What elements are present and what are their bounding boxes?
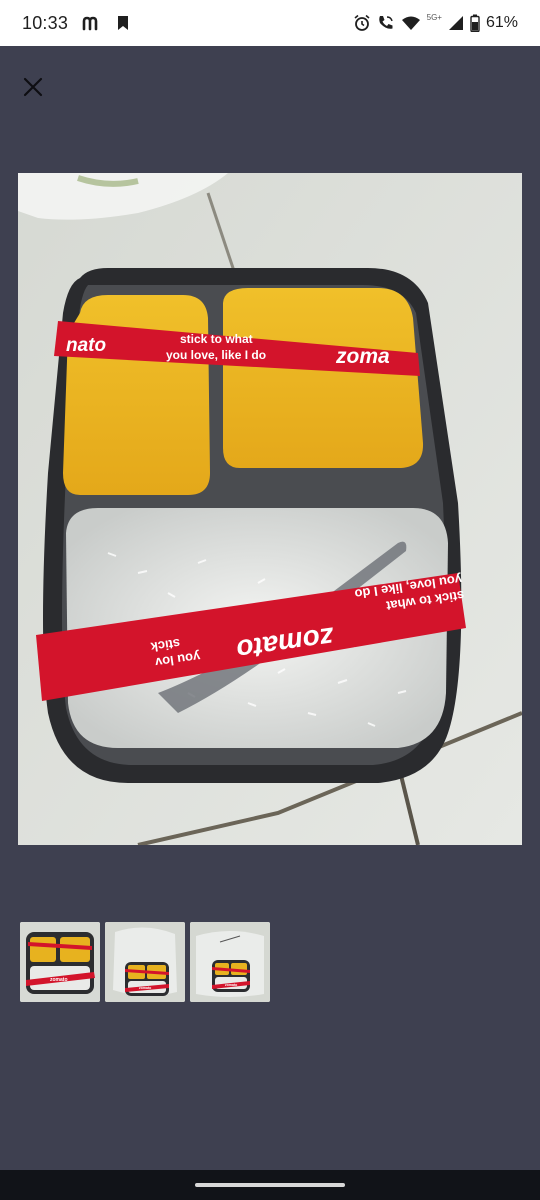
bookmark-icon [116, 15, 130, 31]
wifi-calling-icon [377, 14, 395, 32]
status-bar: 10:33 5G+ 61% [0, 0, 540, 46]
main-photo[interactable]: nato stick to what you love, like I do z… [18, 173, 522, 845]
status-left: 10:33 [22, 13, 130, 34]
tape-brand-partial-left: nato [66, 335, 106, 356]
close-icon [22, 76, 44, 103]
alarm-icon [353, 14, 371, 32]
thumbnail-1-label: zomato [50, 977, 68, 983]
status-time: 10:33 [22, 12, 69, 33]
tape-text-line-1: stick to what [180, 332, 253, 346]
tape-text-line-2: you love, like I do [166, 348, 266, 362]
network-type-label: 5G+ [426, 12, 442, 22]
thumbnail-2[interactable]: zomato [105, 922, 185, 1002]
battery-icon [470, 14, 480, 32]
home-gesture-handle[interactable] [195, 1183, 345, 1187]
status-right: 5G+ 61% [353, 12, 518, 32]
tape-brand-partial-right: zoma [335, 345, 390, 368]
wifi-icon [401, 15, 421, 31]
thumbnail-1[interactable]: zomato [20, 922, 100, 1002]
thumbnail-3-label: zomato [225, 983, 237, 987]
signal-icon [448, 15, 464, 31]
thumbnail-3[interactable]: zomato [190, 922, 270, 1002]
thumbnail-2-label: zomato [139, 986, 151, 990]
navigation-bar [0, 1170, 540, 1200]
thumbnail-strip: zomato zomato zomato [20, 922, 270, 1002]
close-button[interactable] [16, 72, 50, 106]
m-app-icon [82, 15, 102, 31]
battery-percent: 61% [485, 14, 518, 31]
